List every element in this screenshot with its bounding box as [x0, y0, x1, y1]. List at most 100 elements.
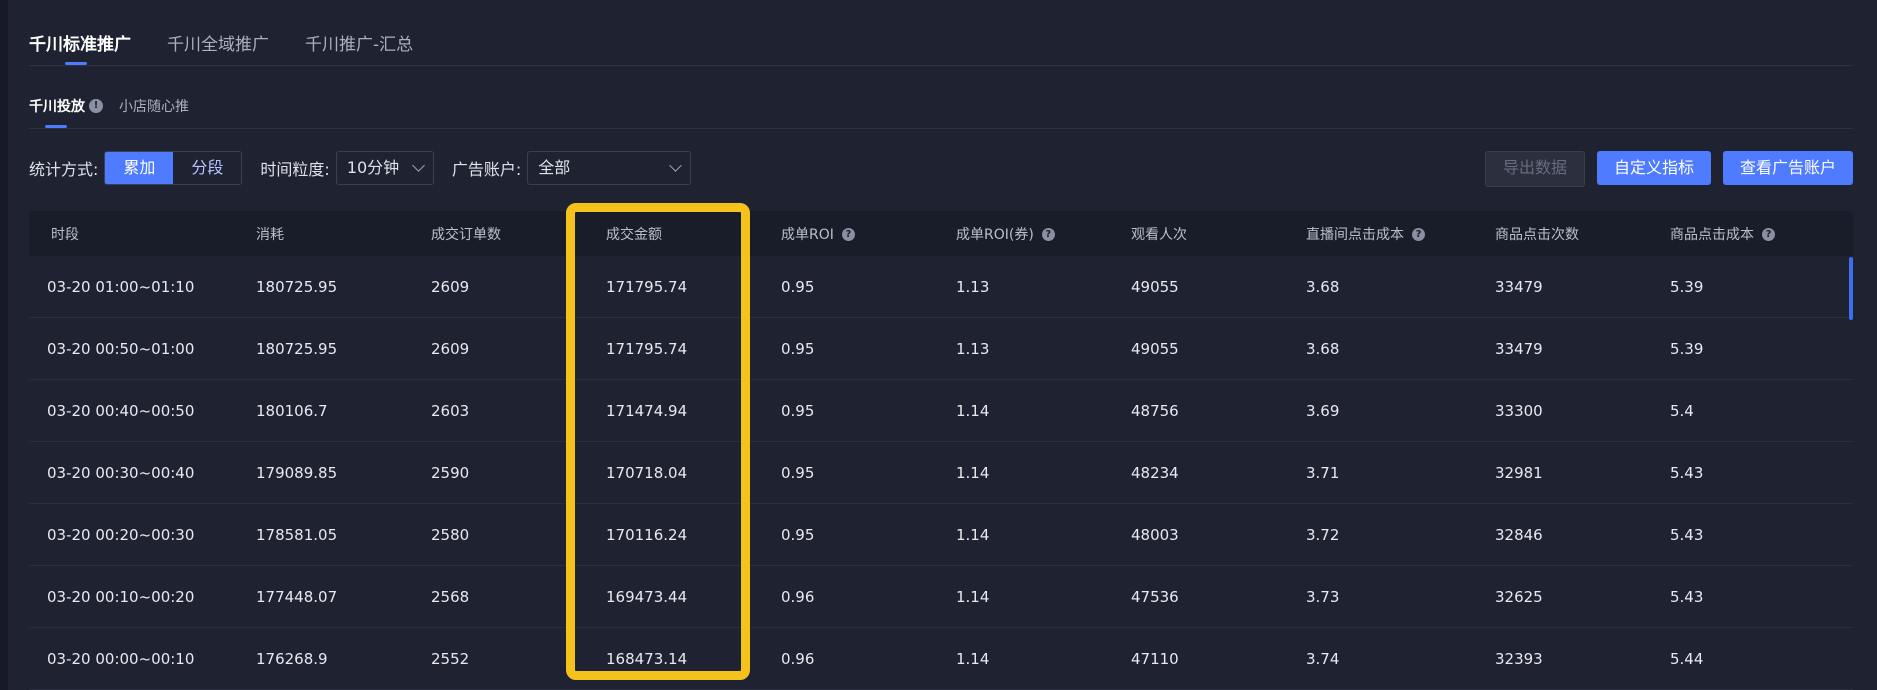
- cell-cost: 180106.7: [256, 401, 328, 420]
- cell-orders: 2590: [431, 463, 470, 482]
- cell-roi-coupon: 1.14: [956, 649, 990, 668]
- divider: [29, 65, 1853, 66]
- cell-time-slot: 03-20 00:00~00:10: [47, 649, 195, 668]
- cell-roi: 0.95: [781, 277, 815, 296]
- tab-qianchuan-standard[interactable]: 千川标准推广: [29, 30, 131, 55]
- cell-time-slot: 03-20 00:40~00:50: [47, 401, 195, 420]
- help-icon[interactable]: ?: [1041, 228, 1055, 241]
- cell-gmv: 171795.74: [606, 277, 688, 296]
- info-icon[interactable]: !: [89, 99, 103, 113]
- stat-cumulative-option[interactable]: 累加: [105, 152, 174, 184]
- header-time-slot: 时段: [51, 226, 79, 243]
- table-row: 03-20 00:00~00:10 176268.9 2552 168473.14 0.…: [29, 628, 1853, 690]
- cell-product-click-cost: 5.43: [1670, 587, 1704, 606]
- view-ad-accounts-button[interactable]: 查看广告账户: [1722, 151, 1853, 185]
- cell-time-slot: 03-20 00:50~01:00: [47, 339, 195, 358]
- cell-orders: 2609: [431, 277, 470, 296]
- header-roi-coupon-label: 成单ROI(券): [956, 226, 1034, 243]
- cell-cost: 178581.05: [256, 525, 338, 544]
- table-row: 03-20 00:50~01:00 180725.95 2609 171795.74 0…: [29, 318, 1853, 380]
- cell-cost: 176268.9: [256, 649, 328, 668]
- cell-product-clicks: 32846: [1495, 525, 1543, 544]
- table-body: 03-20 01:00~01:10 180725.95 2609 171795.74 0…: [29, 256, 1853, 690]
- action-buttons: 导出数据 自定义指标 查看广告账户: [1484, 151, 1853, 187]
- cell-time-slot: 03-20 00:20~00:30: [47, 525, 195, 544]
- header-cost: 消耗: [256, 226, 284, 243]
- table-row: 03-20 01:00~01:10 180725.95 2609 171795.74 0…: [29, 256, 1853, 318]
- cell-gmv: 171795.74: [606, 339, 688, 358]
- cell-live-click-cost: 3.68: [1306, 277, 1340, 296]
- granularity-select[interactable]: 10分钟: [335, 151, 434, 185]
- subtab-qianchuan-delivery[interactable]: 千川投放 !: [29, 96, 103, 116]
- cell-product-clicks: 32981: [1495, 463, 1543, 482]
- header-roi: 成单ROI?: [781, 224, 956, 244]
- subtab-shop-suixintui[interactable]: 小店随心推: [119, 96, 189, 116]
- table-header: 时段 消耗 成交订单数 成交金额 成单ROI? 成单ROI(券)? 观看人次 直…: [29, 211, 1853, 256]
- cell-roi-coupon: 1.13: [956, 339, 990, 358]
- cell-live-click-cost: 3.68: [1306, 339, 1340, 358]
- cell-roi-coupon: 1.14: [956, 463, 990, 482]
- chevron-down-icon: [669, 159, 683, 172]
- stat-segmented-option[interactable]: 分段: [173, 152, 241, 184]
- cell-orders: 2609: [431, 339, 470, 358]
- cell-gmv: 170116.24: [606, 525, 688, 544]
- cell-time-slot: 03-20 00:10~00:20: [47, 587, 195, 606]
- cell-roi-coupon: 1.14: [956, 401, 990, 420]
- cell-product-clicks: 33300: [1495, 401, 1543, 420]
- cell-live-click-cost: 3.72: [1306, 525, 1340, 544]
- cell-roi: 0.95: [781, 463, 815, 482]
- tab-qianchuan-summary[interactable]: 千川推广-汇总: [305, 30, 413, 55]
- window-edge: [0, 0, 8, 690]
- table-row: 03-20 00:30~00:40 179089.85 2590 170718.04 0…: [29, 442, 1853, 504]
- filter-bar: 统计方式: 累加 分段 时间粒度: 10分钟 广告账户: 全部: [29, 151, 709, 185]
- cell-views: 47110: [1131, 649, 1179, 668]
- granularity-value: 10分钟: [346, 158, 400, 177]
- stat-method-toggle: 累加 分段: [104, 151, 243, 185]
- cell-product-click-cost: 5.4: [1670, 401, 1694, 420]
- header-product-clicks: 商品点击次数: [1495, 226, 1579, 243]
- table-row: 03-20 00:20~00:30 178581.05 2580 170116.24 0…: [29, 504, 1853, 566]
- cell-product-click-cost: 5.44: [1670, 649, 1704, 668]
- cell-live-click-cost: 3.74: [1306, 649, 1340, 668]
- cell-cost: 180725.95: [256, 339, 338, 358]
- cell-product-click-cost: 5.43: [1670, 525, 1704, 544]
- header-roi-label: 成单ROI: [781, 226, 834, 243]
- export-data-button[interactable]: 导出数据: [1484, 151, 1585, 187]
- account-label: 广告账户:: [451, 160, 522, 179]
- cell-views: 49055: [1131, 339, 1179, 358]
- cell-orders: 2552: [431, 649, 470, 668]
- cell-roi: 0.95: [781, 525, 815, 544]
- cell-gmv: 171474.94: [606, 401, 688, 420]
- cell-product-click-cost: 5.39: [1670, 339, 1704, 358]
- account-select[interactable]: 全部: [527, 151, 692, 185]
- cell-product-clicks: 32393: [1495, 649, 1543, 668]
- help-icon[interactable]: ?: [1412, 228, 1425, 241]
- cell-gmv: 170718.04: [606, 463, 688, 482]
- cell-views: 48003: [1131, 525, 1179, 544]
- subtab-label: 千川投放: [29, 99, 85, 115]
- cell-views: 48756: [1131, 401, 1179, 420]
- sub-tabs: 千川投放 ! 小店随心推: [29, 96, 189, 116]
- cell-live-click-cost: 3.69: [1306, 401, 1340, 420]
- custom-metrics-button[interactable]: 自定义指标: [1596, 151, 1711, 185]
- stat-method-label: 统计方式:: [29, 160, 99, 179]
- tab-qianchuan-global[interactable]: 千川全域推广: [167, 30, 269, 55]
- cell-live-click-cost: 3.71: [1306, 463, 1340, 482]
- cell-cost: 180725.95: [256, 277, 338, 296]
- cell-product-click-cost: 5.43: [1670, 463, 1704, 482]
- help-icon[interactable]: ?: [1762, 228, 1775, 241]
- header-live-click-cost-label: 直播间点击成本: [1306, 226, 1404, 243]
- header-live-click-cost: 直播间点击成本?: [1306, 224, 1495, 244]
- vertical-scrollbar[interactable]: [1849, 257, 1853, 320]
- table-row: 03-20 00:10~00:20 177448.07 2568 169473.44 0…: [29, 566, 1853, 628]
- cell-roi-coupon: 1.13: [956, 277, 990, 296]
- cell-roi: 0.95: [781, 401, 815, 420]
- divider: [29, 128, 1853, 129]
- cell-gmv: 168473.14: [606, 649, 688, 668]
- help-icon[interactable]: ?: [841, 228, 855, 241]
- cell-views: 49055: [1131, 277, 1179, 296]
- table-row: 03-20 00:40~00:50 180106.7 2603 171474.94 0.…: [29, 380, 1853, 442]
- cell-product-click-cost: 5.39: [1670, 277, 1704, 296]
- cell-time-slot: 03-20 00:30~00:40: [47, 463, 195, 482]
- cell-views: 47536: [1131, 587, 1179, 606]
